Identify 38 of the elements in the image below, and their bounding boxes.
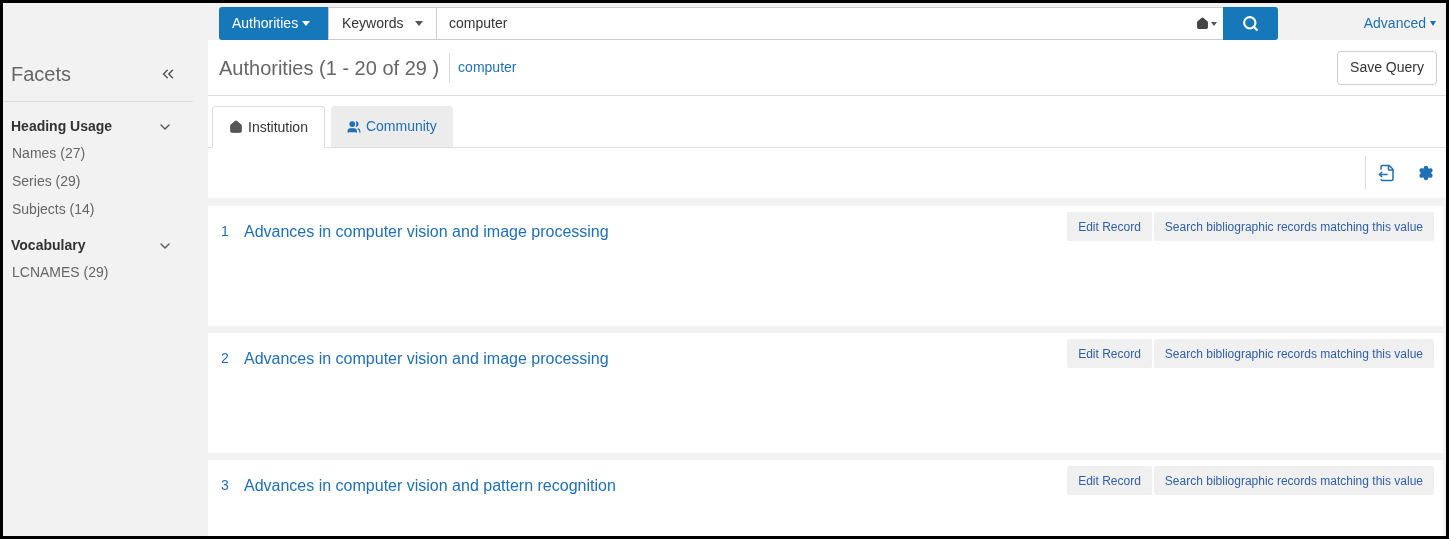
facets-title: Facets <box>11 62 72 87</box>
result-number: 3 <box>221 476 230 495</box>
home-icon <box>229 120 243 134</box>
search-field[interactable]: computer <box>437 7 1190 40</box>
record-action-button[interactable]: Search bibliographic records matching this value <box>1153 339 1434 368</box>
home-icon <box>1196 17 1209 30</box>
facet-group-title: Vocabulary <box>11 236 86 255</box>
search-button[interactable] <box>1223 7 1278 40</box>
settings-icon[interactable] <box>1418 165 1434 181</box>
export-icon[interactable] <box>1378 164 1396 182</box>
facet-link[interactable]: Subjects (14) <box>12 201 95 217</box>
scope-dropdown[interactable]: Authorities <box>219 7 328 40</box>
search-icon <box>1242 15 1259 32</box>
result-title-link[interactable]: Advances in computer vision and image processing <box>244 347 609 371</box>
save-query-button[interactable]: Save Query <box>1337 50 1437 85</box>
facet-link[interactable]: Names (27) <box>12 145 86 161</box>
tab[interactable]: Community <box>330 106 453 147</box>
result-title-link[interactable]: Advances in computer vision and image processing <box>244 220 609 244</box>
users-icon <box>346 119 361 134</box>
record-action-button[interactable]: Edit Record <box>1067 466 1152 495</box>
record-action-button[interactable]: Search bibliographic records matching this value <box>1153 466 1434 495</box>
record-action-button[interactable]: Search bibliographic records matching this value <box>1153 212 1434 241</box>
tab[interactable]: Institution <box>212 106 325 148</box>
caret-icon <box>302 21 311 26</box>
query-link[interactable]: computer <box>458 57 517 78</box>
results-title: Authorities (1 - 20 of 29 ) <box>219 52 451 83</box>
facet-link[interactable]: LCNAMES (29) <box>12 264 109 280</box>
result-title-link[interactable]: Advances in computer vision and pattern recognition <box>244 474 616 498</box>
home-scope-dropdown[interactable] <box>1190 7 1223 40</box>
facet-link[interactable]: Series (29) <box>12 173 81 189</box>
record-action-button[interactable]: Edit Record <box>1067 212 1152 241</box>
field-dropdown[interactable]: Keywords <box>328 7 437 40</box>
result-number: 2 <box>221 349 230 368</box>
result-number: 1 <box>221 222 230 241</box>
caret-icon <box>415 21 423 26</box>
record-action-button[interactable]: Edit Record <box>1067 339 1152 368</box>
advanced-search-link[interactable]: Advanced <box>1363 13 1436 34</box>
facet-group-title: Heading Usage <box>11 117 113 136</box>
